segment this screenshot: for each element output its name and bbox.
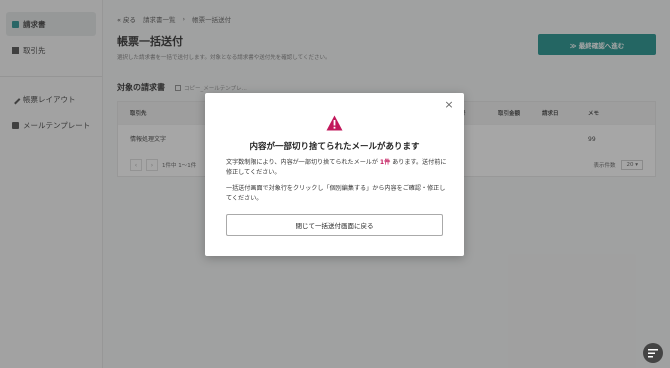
dialog-message-2: 一括送付画面で対象行をクリックし「個別編集する」から内容をご確認・修正してくださ… bbox=[226, 185, 446, 202]
message-text: 文字数制限により、内容が一部切り捨てられたメールが bbox=[226, 159, 378, 166]
help-menu-button[interactable] bbox=[643, 343, 663, 363]
warning-icon bbox=[326, 115, 343, 131]
dialog-message-1: 文字数制限により、内容が一部切り捨てられたメールが 1件 あります。送付前に修正… bbox=[226, 158, 448, 178]
close-icon[interactable]: × bbox=[443, 99, 455, 111]
dialog-title: 内容が一部切り捨てられたメールがあります bbox=[249, 142, 420, 152]
dialog-body: 文字数制限により、内容が一部切り捨てられたメールが 1件 あります。送付前に修正… bbox=[226, 158, 448, 210]
truncated-count: 1件 bbox=[379, 159, 391, 166]
close-return-button[interactable]: 閉じて一括送付画面に戻る bbox=[226, 214, 443, 236]
truncation-warning-dialog: × 内容が一部切り捨てられたメールがあります 文字数制限により、内容が一部切り捨… bbox=[205, 93, 464, 256]
menu-icon bbox=[648, 348, 658, 357]
